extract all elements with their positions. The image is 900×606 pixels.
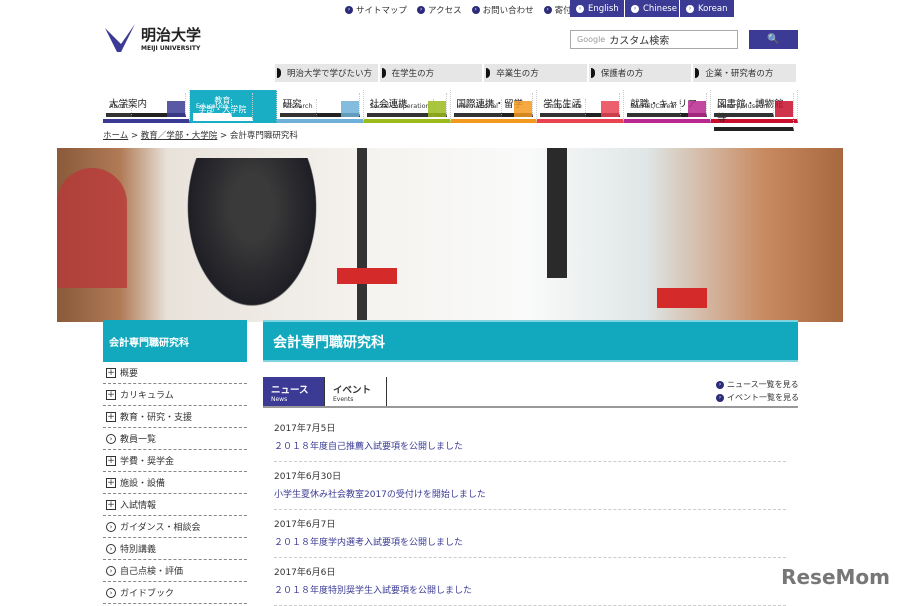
lang-korean[interactable]: › Korean xyxy=(680,0,735,17)
nav-illustration-icon xyxy=(253,101,272,117)
news-item: 2017年6月6日 ２０１８年度特別奨学生入試要項を公開しました xyxy=(274,558,786,606)
global-nav: 大学案内 About 教育 学部・大学院 Education 研究 Research 社会連… xyxy=(103,90,798,131)
audience-link[interactable]: 卒業生の方 xyxy=(484,64,589,82)
nav-illustration-icon xyxy=(340,101,359,117)
tab-events[interactable]: イベント Events xyxy=(325,377,387,406)
audience-bar: 明治大学で学びたい方 在学生の方 卒業生の方 保護者の方 企業・研究者の方 xyxy=(275,64,798,82)
access-link[interactable]: › アクセス xyxy=(417,4,462,16)
chevron-icon xyxy=(695,68,700,78)
nav-item[interactable]: 社会連携 Social cooperation xyxy=(363,90,451,123)
logo-mark-icon xyxy=(105,24,135,52)
contact-link[interactable]: › お問い合わせ xyxy=(471,4,534,16)
breadcrumb-home[interactable]: ホーム xyxy=(103,131,128,141)
sidebar-item[interactable]: + 学費・奨学金 xyxy=(103,450,247,472)
nav-illustration-icon xyxy=(514,101,533,117)
page-title: 会計専門職研究科 xyxy=(263,320,798,362)
breadcrumb-education[interactable]: 教育／学部・大学院 xyxy=(141,131,218,141)
sidebar-item[interactable]: + 教育・研究・支援 xyxy=(103,406,247,428)
chevron-icon xyxy=(381,68,386,78)
news-item: 2017年6月30日小学生夏休み社会教室2017の受付けを開始しました xyxy=(274,462,786,510)
search-icon: 🔍 xyxy=(767,34,780,45)
nav-illustration-icon xyxy=(427,101,446,117)
sidebar-item[interactable]: + 概要 xyxy=(103,362,247,384)
more-links: › ニュース一覧を見る › イベント一覧を見る xyxy=(716,378,799,404)
sidebar-item[interactable]: + 施設・設備 xyxy=(103,472,247,494)
sitemap-link[interactable]: › サイトマップ xyxy=(345,4,407,16)
plus-icon: + xyxy=(106,367,116,378)
arrow-icon: › xyxy=(106,433,116,444)
search-button[interactable]: 🔍 xyxy=(749,30,798,49)
hero-image xyxy=(57,148,843,322)
plus-icon: + xyxy=(106,455,116,466)
lang-english[interactable]: › English xyxy=(570,0,625,17)
breadcrumb-current: 会計専門職研究科 xyxy=(229,131,298,141)
donation-link[interactable]: › 寄付 xyxy=(543,4,572,16)
nav-item[interactable]: 国際連携・留学 International xyxy=(450,90,538,123)
sidebar-item[interactable]: › 自己点検・評価 xyxy=(103,560,247,582)
nav-illustration-icon xyxy=(688,101,707,117)
nav-illustration-icon xyxy=(166,101,185,117)
plus-icon: + xyxy=(106,499,116,510)
events-list-link[interactable]: › イベント一覧を見る xyxy=(716,391,799,404)
plus-icon: + xyxy=(106,389,116,400)
nav-item[interactable]: 研究 Research xyxy=(276,90,364,123)
sidebar-item[interactable]: › ガイドブック xyxy=(103,582,247,604)
nav-illustration-icon xyxy=(601,101,620,117)
arrow-icon: › xyxy=(106,521,116,532)
nav-item[interactable]: 図書館・博物館等 Library/Museum xyxy=(711,90,798,131)
chevron-icon xyxy=(277,68,281,78)
nav-illustration-icon xyxy=(775,101,793,117)
news-date: 2017年6月30日 xyxy=(274,472,342,482)
sidebar-item[interactable]: + 入試情報 xyxy=(103,494,247,516)
news-link[interactable]: ２０１８年度特別奨学生入試要項を公開しました xyxy=(274,583,786,596)
chevron-icon xyxy=(590,68,595,78)
search-input[interactable]: Google カスタム検索 xyxy=(570,30,738,49)
news-date: 2017年7月5日 xyxy=(274,424,336,434)
sidebar-title: 会計専門職研究科 xyxy=(103,320,247,362)
news-date: 2017年6月7日 xyxy=(274,520,336,530)
tab-news[interactable]: ニュース News xyxy=(263,377,325,406)
audience-link[interactable]: 在学生の方 xyxy=(380,64,485,82)
chevron-icon xyxy=(486,68,491,78)
nav-item[interactable]: 大学案内 About xyxy=(103,90,190,123)
sidebar-item[interactable]: › 教員一覧 xyxy=(103,428,247,450)
watermark: ReseMom xyxy=(781,565,890,589)
news-link[interactable]: ２０１８年度自己推薦入試要項を公開しました xyxy=(274,439,786,452)
sidebar-menu: + 概要 + カリキュラム + 教育・研究・支援 › 教員一覧 + 学費・奨学金 + 施設・設備 + 入試… xyxy=(103,362,247,604)
arrow-icon: › xyxy=(106,543,116,554)
audience-link[interactable]: 保護者の方 xyxy=(589,64,694,82)
news-item: 2017年6月7日 ２０１８年度学内選考入試要項を公開しました xyxy=(274,510,786,558)
logo[interactable]: 明治大学 MEIJI UNIVERSITY xyxy=(103,22,201,54)
news-list: 2017年7月5日 ２０１８年度自己推薦入試要項を公開しました 2017年6月30日… xyxy=(274,414,786,606)
top-links: › サイトマップ › アクセス › お問い合わせ › 寄付 xyxy=(345,4,572,16)
arrow-icon: › xyxy=(106,587,116,598)
language-switcher: › English › Chinese › Korean xyxy=(570,0,735,17)
arrow-icon: › xyxy=(716,393,724,402)
nav-item[interactable]: 就職・キャリア Recruit/Career xyxy=(624,90,712,123)
audience-link[interactable]: 企業・研究者の方 xyxy=(693,64,798,82)
breadcrumb: ホーム > 教育／学部・大学院 > 会計専門職研究科 xyxy=(103,131,298,141)
nav-item[interactable]: 教育 学部・大学院 Education xyxy=(189,90,277,123)
arrow-icon: › xyxy=(716,380,724,389)
sidebar-item[interactable]: › 特別講義 xyxy=(103,538,247,560)
sidebar-item[interactable]: › ガイダンス・相談会 xyxy=(103,516,247,538)
audience-link[interactable]: 明治大学で学びたい方 xyxy=(275,64,380,82)
news-link[interactable]: ２０１８年度学内選考入試要項を公開しました xyxy=(274,535,786,548)
lang-chinese[interactable]: › Chinese xyxy=(625,0,680,17)
plus-icon: + xyxy=(106,477,116,488)
news-link[interactable]: 小学生夏休み社会教室2017の受付けを開始しました xyxy=(274,487,786,500)
plus-icon: + xyxy=(106,411,116,422)
sidebar-item[interactable]: + カリキュラム xyxy=(103,384,247,406)
nav-item[interactable]: 学生生活 Campus life xyxy=(537,90,625,123)
news-date: 2017年6月6日 xyxy=(274,568,336,578)
arrow-icon: › xyxy=(106,565,116,576)
news-list-link[interactable]: › ニュース一覧を見る xyxy=(716,378,799,391)
news-item: 2017年7月5日 ２０１８年度自己推薦入試要項を公開しました xyxy=(274,414,786,462)
